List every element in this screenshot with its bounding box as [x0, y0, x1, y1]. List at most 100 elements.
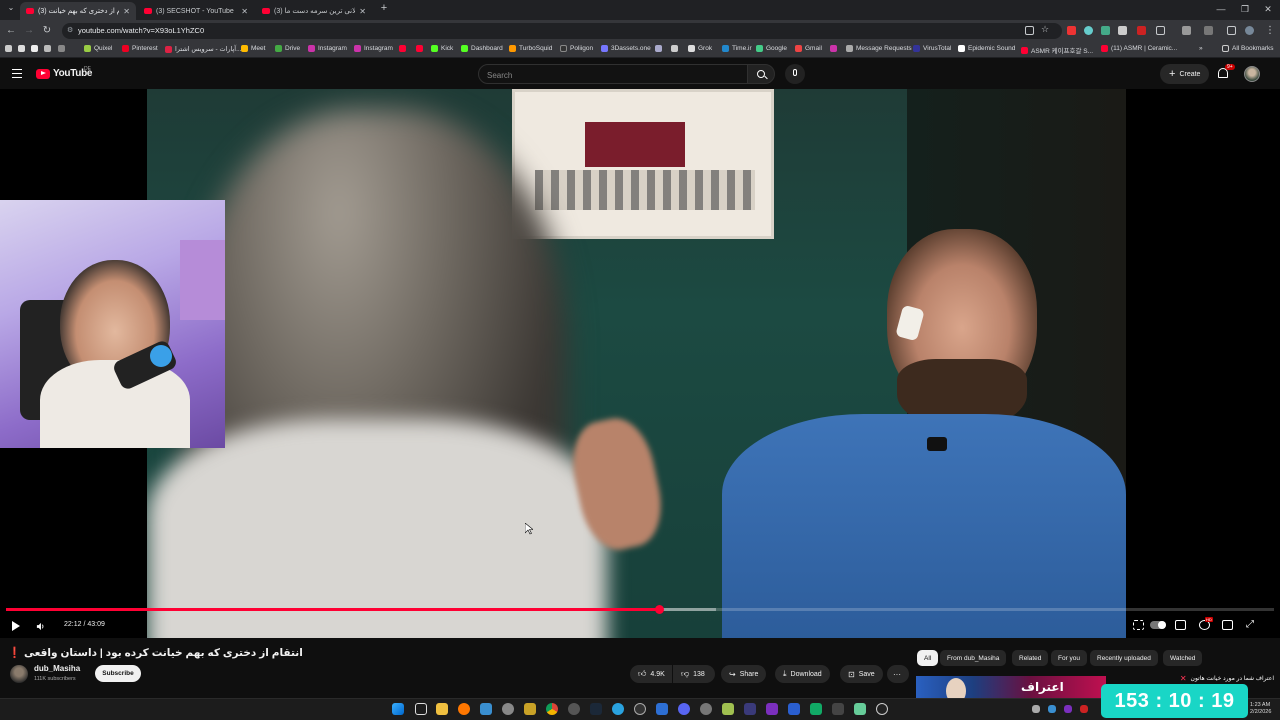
tab-secshot[interactable]: (3) SECSHOT - YouTube ✕ [138, 2, 254, 20]
site-info-icon[interactable]: ⚙ [67, 26, 73, 34]
settings-app-icon[interactable] [502, 703, 514, 715]
menu-dots-icon[interactable]: ⋮ [1263, 25, 1277, 36]
close-tab-icon[interactable]: ✕ [123, 7, 130, 16]
bookmark-item[interactable]: Pinterest [122, 45, 158, 52]
recommended-video-thumbnail[interactable]: اعتراف [916, 676, 1106, 700]
bookmark-item[interactable]: Instagram [308, 45, 347, 52]
save-button[interactable]: ⊡ Save [840, 665, 883, 683]
bookmark-item[interactable]: VirusTotal [913, 45, 951, 52]
extension-icon[interactable] [1084, 26, 1093, 35]
telegram-icon[interactable] [612, 703, 624, 715]
cast-icon[interactable] [1025, 26, 1034, 35]
forward-icon[interactable]: → [22, 25, 36, 36]
bookmark-item[interactable]: Gmail [795, 45, 822, 52]
calculator-icon[interactable] [656, 703, 668, 715]
filter-chip-recent[interactable]: Recently uploaded [1090, 650, 1158, 666]
bookmark-item[interactable]: Kick [431, 45, 453, 52]
extensions-puzzle-icon[interactable] [1156, 26, 1165, 35]
channel-avatar[interactable] [10, 665, 28, 683]
bookmark-item[interactable]: TurboSquid [509, 45, 552, 52]
search-button[interactable] [747, 64, 775, 84]
bookmark-item[interactable]: Message Requests [846, 45, 912, 52]
bookmark-item[interactable] [399, 45, 406, 52]
app-icon[interactable] [810, 703, 822, 715]
video-player[interactable]: 22:12 / 43:09 HD ⤢ [0, 89, 1280, 638]
app-icon[interactable] [788, 703, 800, 715]
bookmark-item[interactable]: Time.ir [722, 45, 752, 52]
filter-chip-for-you[interactable]: For you [1051, 650, 1088, 666]
app-icon[interactable] [854, 703, 866, 715]
app-icon[interactable] [524, 703, 536, 715]
taskbar-clock[interactable]: 1:23 AM 2/2/2026 [1250, 702, 1271, 716]
back-icon[interactable]: ← [4, 25, 18, 36]
recommendation-title-bar[interactable]: اعتراف شما در مورد خیانت هاتون ✕ [1130, 671, 1278, 685]
bookmark-item[interactable] [5, 45, 12, 52]
media-player-icon[interactable] [876, 703, 888, 715]
mail-icon[interactable] [480, 703, 492, 715]
bookmark-item[interactable]: Quixel [84, 45, 112, 52]
app-icon[interactable] [722, 703, 734, 715]
bookmark-item[interactable]: Dashboard [461, 45, 503, 52]
filter-chip-all[interactable]: All [917, 650, 939, 666]
bookmark-item[interactable]: ASMR 케이프호갈 S... [1021, 45, 1093, 55]
close-window-icon[interactable]: ✕ [1258, 4, 1278, 15]
bookmark-item[interactable] [31, 45, 38, 52]
rider-icon[interactable] [766, 703, 778, 715]
bookmark-item[interactable]: Poliigon [560, 45, 593, 52]
miniplayer-icon[interactable] [1133, 620, 1144, 630]
bookmark-item[interactable]: Drive [275, 45, 300, 52]
new-tab-button[interactable]: + [374, 2, 394, 14]
extension-icon[interactable] [1137, 26, 1146, 35]
dislike-button[interactable]: 👎︎ 138 [673, 665, 715, 683]
autoplay-toggle[interactable] [1150, 621, 1166, 629]
more-actions-button[interactable]: ··· [887, 665, 909, 683]
search-app-icon[interactable] [458, 703, 470, 715]
download-button[interactable]: ⤓ Download [775, 665, 830, 683]
bookmark-item[interactable]: Epidemic Sound [958, 45, 1015, 52]
tray-icon[interactable] [1064, 705, 1072, 713]
steam-icon[interactable] [590, 703, 602, 715]
theater-mode-icon[interactable] [1222, 620, 1233, 630]
channel-name[interactable]: dub_Masiha [34, 664, 80, 673]
filter-chip-channel[interactable]: From dub_Masiha [940, 650, 1007, 666]
user-avatar[interactable] [1244, 66, 1260, 82]
bookmark-item[interactable] [44, 45, 51, 52]
tab-search-icon[interactable]: ⌄ [4, 3, 18, 12]
all-bookmarks-button[interactable]: All Bookmarks [1222, 45, 1274, 52]
scrubber-handle[interactable] [655, 605, 665, 614]
chrome-icon[interactable] [546, 703, 558, 715]
bookmark-item[interactable]: آپارات - سرویس اشترا... [165, 45, 242, 53]
bookmark-item[interactable]: Grok [688, 45, 712, 52]
tray-icon[interactable] [1032, 705, 1040, 713]
address-bar[interactable]: ⚙ youtube.com/watch?v=X93oL1YhZC0 [62, 23, 1062, 39]
extension-icon[interactable] [1067, 26, 1076, 35]
subscribe-button[interactable]: Subscribe [95, 665, 141, 682]
app-icon[interactable] [700, 703, 712, 715]
bookmark-item[interactable] [671, 45, 678, 52]
progress-bar[interactable] [6, 605, 1274, 614]
reload-icon[interactable]: ↻ [40, 25, 54, 36]
bookmark-star-icon[interactable]: ☆ [1041, 24, 1050, 34]
subtitles-icon[interactable] [1175, 620, 1186, 630]
tray-icon[interactable] [1080, 705, 1088, 713]
volume-icon[interactable] [36, 622, 45, 631]
file-explorer-icon[interactable] [436, 703, 448, 715]
extension-icon[interactable] [1182, 26, 1191, 35]
bookmark-item[interactable]: Meet [241, 45, 265, 52]
close-tab-icon[interactable]: ✕ [241, 7, 248, 16]
start-windows-icon[interactable] [392, 703, 404, 715]
discord-icon[interactable] [678, 703, 690, 715]
bookmark-item[interactable]: 3Dassets.one [601, 45, 651, 52]
bookmark-item[interactable] [655, 45, 662, 52]
menu-icon[interactable] [12, 69, 22, 78]
extension-icon[interactable] [1204, 26, 1213, 35]
like-button[interactable]: 👍︎ 4.9K [630, 665, 672, 683]
filter-chip-related[interactable]: Related [1012, 650, 1049, 666]
extension-icon[interactable] [1118, 26, 1127, 35]
bookmark-item[interactable] [416, 45, 423, 52]
profile-avatar-icon[interactable] [1245, 26, 1254, 35]
tab-video[interactable]: (3) انتقام از دختری که بهم خیانت ✕ [20, 2, 136, 20]
bookmark-item[interactable]: Google [756, 45, 787, 52]
filter-chip-watched[interactable]: Watched [1163, 650, 1203, 666]
wordpress-icon[interactable] [568, 703, 580, 715]
